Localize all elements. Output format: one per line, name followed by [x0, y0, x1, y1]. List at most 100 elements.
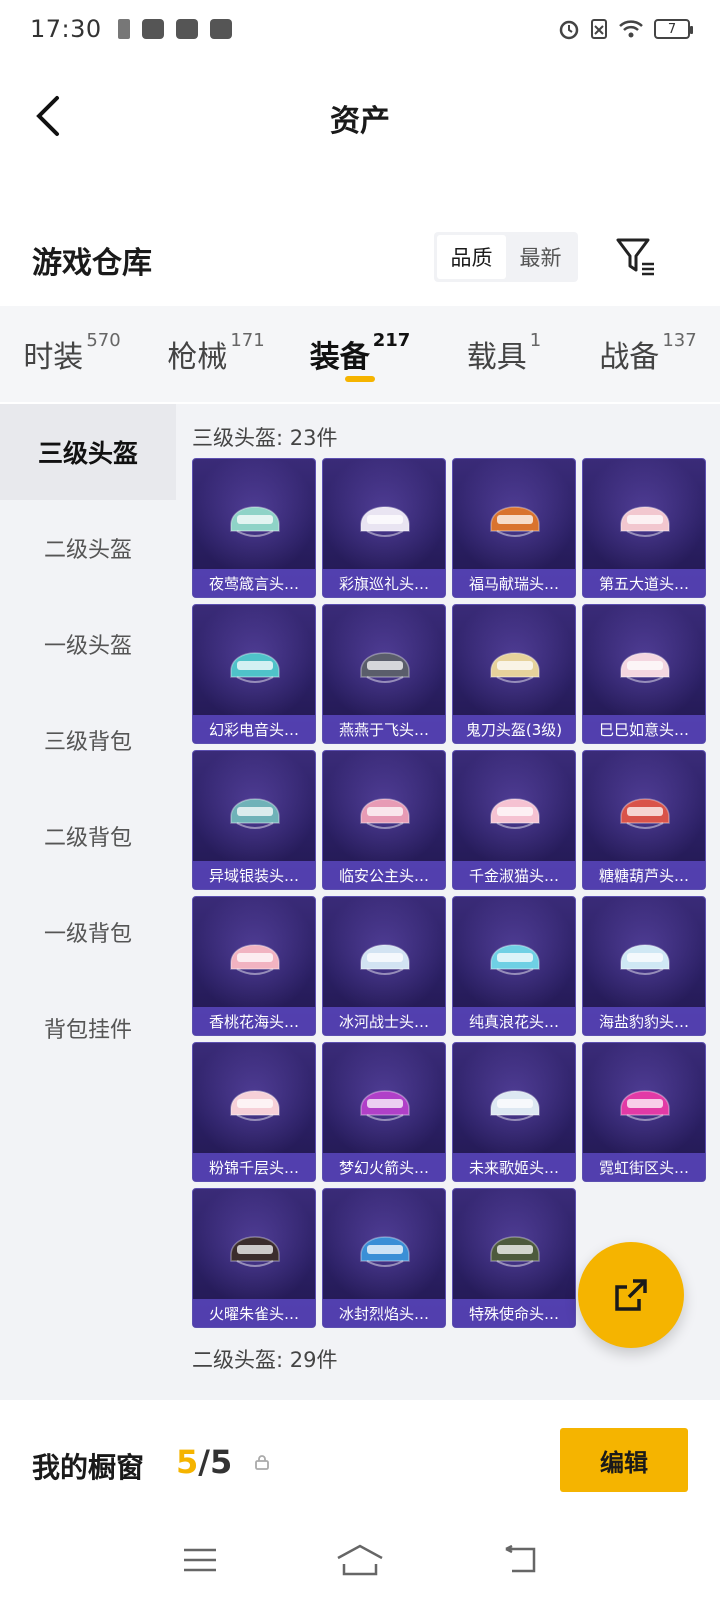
warehouse-title: 游戏仓库	[32, 246, 152, 281]
sort-newest-option[interactable]: 最新	[506, 235, 575, 279]
helmet-card[interactable]: 异域银装头…	[192, 750, 316, 890]
helmet-card-label: 燕燕于飞头…	[323, 715, 445, 743]
helmet-card-label: 纯真浪花头…	[453, 1007, 575, 1035]
helmet-card[interactable]: 梦幻火箭头…	[322, 1042, 446, 1182]
status-notification-icons	[117, 19, 232, 39]
tab-equipment[interactable]: 装备 217	[288, 306, 432, 402]
top-header: 资产	[0, 70, 720, 160]
helmet-card[interactable]: 特殊使命头…	[452, 1188, 576, 1328]
helmet-icon	[360, 944, 410, 975]
status-bar: 17:30 7	[0, 0, 720, 58]
helmet-card[interactable]: 鬼刀头盔(3级)	[452, 604, 576, 744]
helmet-card[interactable]: 冰封烈焰头…	[322, 1188, 446, 1328]
tab-weapons[interactable]: 枪械 171	[144, 306, 288, 402]
helmet-card-label: 临安公主头…	[323, 861, 445, 889]
helmet-card[interactable]: 糖糖葫芦头…	[582, 750, 706, 890]
helmet-card[interactable]: 燕燕于飞头…	[322, 604, 446, 744]
helmet-icon	[230, 1090, 280, 1121]
helmet-icon	[490, 798, 540, 829]
menu-icon	[184, 1548, 216, 1572]
tab-count: 217	[372, 330, 411, 351]
helmet-card-label: 粉锦千层头…	[193, 1153, 315, 1181]
helmet-icon	[360, 1090, 410, 1121]
showcase-count: 5/5	[176, 1443, 232, 1481]
share-button[interactable]	[578, 1242, 684, 1348]
helmet-icon	[490, 1236, 540, 1267]
helmet-card[interactable]: 未来歌姬头…	[452, 1042, 576, 1182]
showcase-max: 5	[209, 1443, 233, 1481]
tab-gear[interactable]: 战备 137	[576, 306, 720, 402]
sidebar-item-level1-backpack[interactable]: 一级背包	[0, 884, 176, 980]
app-notification-icon	[175, 19, 198, 39]
helmet-card-label: 异域银装头…	[193, 861, 315, 889]
helmet-icon	[230, 652, 280, 683]
lock-icon	[255, 1455, 269, 1470]
tab-label: 时装	[23, 340, 84, 375]
helmet-card[interactable]: 幻彩电音头…	[192, 604, 316, 744]
showcase-label: 我的橱窗	[32, 1451, 145, 1484]
helmet-icon	[620, 798, 670, 829]
showcase-bar: 我的橱窗 5/5 编辑	[0, 1410, 720, 1510]
back-nav-button[interactable]	[496, 1540, 544, 1580]
tab-vehicles[interactable]: 载具 1	[432, 306, 576, 402]
helmet-icon	[230, 798, 280, 829]
share-icon	[615, 1279, 647, 1311]
helmet-icon	[620, 506, 670, 537]
helmet-card[interactable]: 海盐豹豹头…	[582, 896, 706, 1036]
helmet-icon	[620, 944, 670, 975]
helmet-card-label: 梦幻火箭头…	[323, 1153, 445, 1181]
helmet-card-label: 彩旗巡礼头…	[323, 569, 445, 597]
helmet-icon	[620, 1090, 670, 1121]
home-button[interactable]	[336, 1540, 384, 1580]
helmet-card-label: 冰封烈焰头…	[323, 1299, 445, 1327]
category-tabs: 时装 570 枪械 171 装备 217 载具 1 战备 137	[0, 306, 720, 402]
subcategory-sidebar: 三级头盔 二级头盔 一级头盔 三级背包 二级背包 一级背包 背包挂件	[0, 404, 176, 1400]
sidebar-item-level3-helmet[interactable]: 三级头盔	[0, 404, 176, 500]
sidebar-item-level3-backpack[interactable]: 三级背包	[0, 692, 176, 788]
showcase-current: 5	[176, 1443, 199, 1481]
sidebar-item-backpack-charm[interactable]: 背包挂件	[0, 980, 176, 1076]
helmet-card[interactable]: 巳巳如意头…	[582, 604, 706, 744]
menu-button[interactable]	[176, 1540, 224, 1580]
helmet-icon	[490, 506, 540, 537]
active-tab-indicator	[345, 376, 375, 382]
helmet-card[interactable]: 千金淑猫头…	[452, 750, 576, 890]
video-icon	[209, 19, 232, 39]
sidebar-item-level2-helmet[interactable]: 二级头盔	[0, 500, 176, 596]
sidebar-item-level2-backpack[interactable]: 二级背包	[0, 788, 176, 884]
helmet-icon	[490, 944, 540, 975]
helmet-card[interactable]: 纯真浪花头…	[452, 896, 576, 1036]
sort-toggle: 品质 最新	[434, 232, 578, 282]
tab-label: 枪械	[167, 340, 228, 375]
helmet-card-label: 巳巳如意头…	[583, 715, 705, 743]
helmet-card[interactable]: 火曜朱雀头…	[192, 1188, 316, 1328]
helmet-card[interactable]: 香桃花海头…	[192, 896, 316, 1036]
status-system-icons: 7	[558, 18, 693, 40]
helmet-icon	[360, 652, 410, 683]
filter-button[interactable]	[614, 234, 658, 278]
tab-label: 装备	[309, 340, 370, 375]
helmet-card-label: 千金淑猫头…	[453, 861, 575, 889]
helmet-card-label: 霓虹街区头…	[583, 1153, 705, 1181]
tab-fashion[interactable]: 时装 570	[0, 306, 144, 402]
helmet-card[interactable]: 冰河战士头…	[322, 896, 446, 1036]
sort-quality-option[interactable]: 品质	[437, 235, 506, 279]
helmet-icon	[230, 944, 280, 975]
helmet-card-label: 香桃花海头…	[193, 1007, 315, 1035]
helmet-card[interactable]: 第五大道头…	[582, 458, 706, 598]
edit-button[interactable]: 编辑	[560, 1428, 688, 1492]
wifi-icon	[619, 20, 643, 38]
helmet-card[interactable]: 彩旗巡礼头…	[322, 458, 446, 598]
sidebar-item-level1-helmet[interactable]: 一级头盔	[0, 596, 176, 692]
helmet-card[interactable]: 粉锦千层头…	[192, 1042, 316, 1182]
tab-count: 570	[86, 330, 121, 351]
helmet-card[interactable]: 霓虹街区头…	[582, 1042, 706, 1182]
battery-icon: 7	[654, 19, 693, 39]
helmet-icon	[620, 652, 670, 683]
helmet-card[interactable]: 临安公主头…	[322, 750, 446, 890]
helmet-card[interactable]: 福马献瑞头…	[452, 458, 576, 598]
page-title: 资产	[330, 104, 390, 139]
tab-label: 载具	[466, 340, 527, 375]
helmet-card[interactable]: 夜莺箴言头…	[192, 458, 316, 598]
helmet-card-label: 幻彩电音头…	[193, 715, 315, 743]
